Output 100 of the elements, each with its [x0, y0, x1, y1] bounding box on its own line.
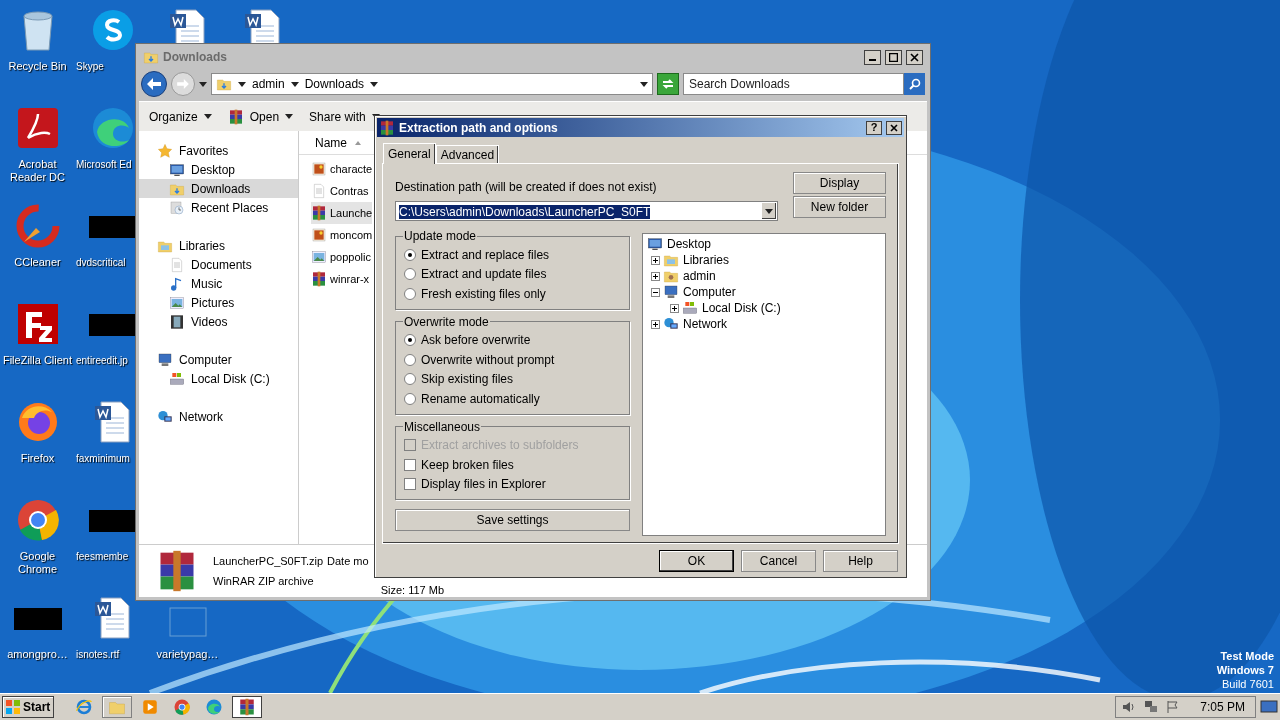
- radio-button[interactable]: [404, 392, 416, 405]
- side-button[interactable]: New folder: [793, 196, 886, 218]
- tree-item[interactable]: admin: [682, 267, 717, 285]
- column-header[interactable]: Name: [315, 133, 361, 152]
- file-row[interactable]: poppolic: [311, 246, 371, 268]
- nav-item[interactable]: Recent Places: [139, 198, 298, 217]
- back-button[interactable]: [141, 71, 167, 97]
- expand-icon[interactable]: [651, 255, 660, 265]
- desktop-icon-label[interactable]: Microsoft Ed: [76, 158, 132, 171]
- taskbar-app-button[interactable]: [232, 696, 262, 718]
- address-bar[interactable]: admin Downloads: [211, 73, 653, 95]
- nav-item[interactable]: Videos: [139, 312, 298, 331]
- close-button[interactable]: [886, 120, 902, 135]
- network-icon[interactable]: [1144, 700, 1159, 714]
- file-row[interactable]: characte: [311, 158, 373, 180]
- desktop-icon-label[interactable]: amongpro…: [7, 648, 68, 661]
- tree-item[interactable]: Computer: [682, 283, 737, 301]
- toolbar-button[interactable]: Open: [227, 107, 294, 126]
- dialog-button[interactable]: Cancel: [741, 550, 816, 572]
- tree-item[interactable]: Network: [682, 315, 729, 333]
- desktop-icon-label[interactable]: CCleaner: [14, 256, 61, 269]
- desktop-icon-label[interactable]: entireedit.jp: [76, 354, 128, 367]
- dialog-button[interactable]: OK: [659, 550, 734, 572]
- dialog-title: Extraction path and options: [399, 119, 559, 137]
- tree-item[interactable]: Libraries: [682, 251, 731, 269]
- desktop-icon-label[interactable]: feesmembe: [76, 550, 129, 563]
- speaker-icon[interactable]: [1122, 700, 1137, 714]
- checkbox[interactable]: [404, 478, 416, 491]
- tree-item[interactable]: Local Disk (C:): [701, 299, 782, 317]
- show-desktop-icon[interactable]: [1260, 699, 1278, 715]
- radio-button[interactable]: [404, 268, 416, 281]
- group-title: Miscellaneous: [403, 418, 482, 436]
- help-button[interactable]: ?: [866, 120, 882, 135]
- desktop-icon-label[interactable]: FileZilla Client: [2, 354, 73, 367]
- file-row[interactable]: Launche: [311, 202, 373, 224]
- nav-item[interactable]: Desktop: [139, 160, 298, 179]
- radio-button[interactable]: [404, 373, 416, 386]
- desktop-icon-label[interactable]: varietypag…: [156, 648, 219, 661]
- desktop-icon-label[interactable]: dvdscritical: [76, 256, 126, 269]
- desktop-icon-label[interactable]: Google Chrome: [1, 550, 74, 576]
- nav-item[interactable]: Pictures: [139, 293, 298, 312]
- checkbox[interactable]: [404, 458, 416, 471]
- flag-icon[interactable]: [1166, 700, 1181, 714]
- nav-item[interactable]: Network: [139, 407, 298, 426]
- radio-button[interactable]: [404, 287, 416, 300]
- recent-places-icon: [169, 199, 185, 216]
- radio-button[interactable]: [404, 248, 416, 261]
- file-row[interactable]: Contras: [311, 180, 369, 202]
- breadcrumb-item[interactable]: Downloads: [304, 75, 365, 93]
- collapse-icon[interactable]: [651, 287, 660, 297]
- caret-icon: [765, 208, 773, 214]
- save-settings-button[interactable]: Save settings: [395, 509, 630, 531]
- file-row[interactable]: winrar-x: [311, 268, 370, 290]
- tab[interactable]: General: [383, 143, 436, 164]
- refresh-button[interactable]: [657, 73, 679, 95]
- desktop-icon-label[interactable]: Firefox: [20, 452, 55, 465]
- nav-item[interactable]: Libraries: [139, 236, 298, 255]
- document-icon: [169, 256, 185, 273]
- toolbar-button[interactable]: Organize: [149, 107, 212, 126]
- radio-button[interactable]: [404, 334, 416, 347]
- destination-combobox[interactable]: C:\Users\admin\Downloads\LauncherPC_S0FT: [395, 201, 778, 221]
- close-button[interactable]: [906, 49, 923, 65]
- refresh-arrows-icon: [661, 78, 675, 90]
- desktop-icon-label[interactable]: Skype: [76, 60, 104, 73]
- desktop-icon-label[interactable]: isnotes.rtf: [76, 648, 120, 661]
- expand-icon[interactable]: [651, 319, 660, 329]
- minimize-button[interactable]: [864, 49, 881, 65]
- radio-button[interactable]: [404, 353, 416, 366]
- tab[interactable]: Advanced: [435, 145, 500, 163]
- disk-drive-icon: [169, 370, 185, 387]
- start-button[interactable]: Start: [2, 696, 54, 718]
- computer-icon: [157, 351, 173, 368]
- side-button[interactable]: Display: [793, 172, 886, 194]
- archive-books-icon: [379, 119, 395, 136]
- download-folder-icon: [143, 49, 159, 65]
- maximize-button[interactable]: [885, 49, 902, 65]
- desktop-icon-label[interactable]: Recycle Bin: [8, 60, 67, 73]
- library-folder-icon: [663, 252, 679, 268]
- user-folder-icon: [663, 268, 679, 284]
- expand-icon[interactable]: [670, 303, 679, 313]
- breadcrumb-item[interactable]: admin: [252, 75, 285, 93]
- search-button[interactable]: [904, 73, 925, 95]
- tree-item[interactable]: Desktop: [666, 235, 713, 253]
- expand-icon[interactable]: [651, 271, 660, 281]
- dialog-button[interactable]: Help: [823, 550, 898, 572]
- file-row[interactable]: moncom: [311, 224, 373, 246]
- dropdown-button[interactable]: [761, 202, 777, 220]
- nav-item[interactable]: Documents: [139, 255, 298, 274]
- date-label: Date mo: [327, 553, 369, 569]
- search-field[interactable]: Search Downloads: [683, 73, 904, 95]
- monitor-icon: [169, 161, 185, 178]
- nav-item[interactable]: Downloads: [139, 179, 298, 198]
- desktop-icon-label[interactable]: faxminimum: [76, 452, 130, 465]
- file-type: WinRAR ZIP archive: [213, 574, 315, 589]
- nav-item[interactable]: Favorites: [139, 141, 298, 160]
- nav-item[interactable]: Music: [139, 274, 298, 293]
- nav-item[interactable]: Computer: [139, 350, 298, 369]
- nav-item[interactable]: Local Disk (C:): [139, 369, 298, 388]
- option-label: Skip existing files: [421, 371, 514, 389]
- desktop-icon-label[interactable]: Acrobat Reader DC: [1, 158, 74, 184]
